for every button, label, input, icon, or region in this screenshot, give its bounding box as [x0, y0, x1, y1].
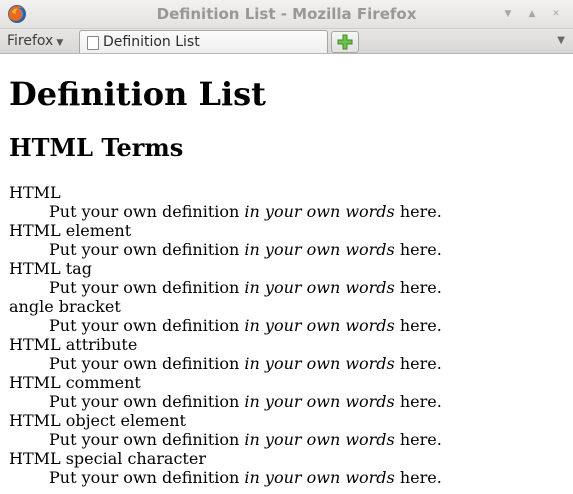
definition-description: Put your own definition in your own word… [49, 354, 442, 373]
definition-term: HTML [9, 183, 61, 202]
list-all-tabs-button[interactable]: ▼ [557, 35, 565, 46]
definition-text-after: here. [394, 240, 442, 259]
page-icon [87, 36, 99, 50]
definition-text-before: Put your own definition [49, 430, 245, 449]
minimize-button[interactable]: ▼ [500, 6, 516, 22]
browser-window: Definition List - Mozilla Firefox ▼ ▲ ✕ … [0, 0, 573, 494]
definition-text-emphasis: in your own words [244, 430, 395, 449]
definition-description: Put your own definition in your own word… [49, 240, 442, 259]
definition-text-emphasis: in your own words [244, 392, 395, 411]
definition-text-before: Put your own definition [49, 392, 245, 411]
definition-term: angle bracket [9, 297, 121, 316]
definition-description: Put your own definition in your own word… [49, 202, 442, 221]
definition-text-before: Put your own definition [49, 316, 245, 335]
definition-text-emphasis: in your own words [244, 354, 395, 373]
dropdown-arrow-icon: ▼ [56, 38, 64, 48]
definition-description: Put your own definition in your own word… [49, 392, 442, 411]
definition-text-emphasis: in your own words [244, 316, 395, 335]
definition-text-emphasis: in your own words [244, 468, 395, 487]
definition-text-after: here. [394, 316, 442, 335]
firefox-menu-label: Firefox [7, 33, 54, 49]
definition-term: HTML element [9, 221, 132, 240]
title-bar[interactable]: Definition List - Mozilla Firefox ▼ ▲ ✕ [0, 0, 573, 29]
definition-text-after: here. [394, 354, 442, 373]
window-title: Definition List - Mozilla Firefox [156, 5, 417, 23]
tab-definition-list[interactable]: Definition List [79, 30, 328, 53]
definition-text-before: Put your own definition [49, 278, 245, 297]
definition-description: Put your own definition in your own word… [49, 468, 442, 487]
definition-description: Put your own definition in your own word… [49, 430, 442, 449]
section-heading: HTML Terms [9, 133, 184, 162]
maximize-button[interactable]: ▲ [524, 6, 540, 22]
definition-text-after: here. [394, 468, 442, 487]
definition-text-after: here. [394, 392, 442, 411]
definition-text-before: Put your own definition [49, 202, 245, 221]
page-content: Definition List HTML Terms HTML Put your … [0, 54, 573, 494]
close-button[interactable]: ✕ [548, 6, 564, 22]
definition-text-emphasis: in your own words [244, 240, 395, 259]
definition-text-emphasis: in your own words [244, 202, 395, 221]
definition-text-after: here. [394, 202, 442, 221]
plus-icon [337, 34, 353, 50]
new-tab-button[interactable] [331, 31, 359, 53]
definition-term: HTML comment [9, 373, 141, 392]
tab-label: Definition List [103, 34, 200, 50]
definition-term: HTML attribute [9, 335, 138, 354]
tab-bar: Firefox ▼ Definition List ▼ [0, 29, 573, 54]
definition-text-after: here. [394, 430, 442, 449]
definition-description: Put your own definition in your own word… [49, 278, 442, 297]
definition-term: HTML tag [9, 259, 92, 278]
definition-text-before: Put your own definition [49, 240, 245, 259]
definition-term: HTML special character [9, 449, 206, 468]
definition-term: HTML object element [9, 411, 186, 430]
definition-text-after: here. [394, 278, 442, 297]
definition-text-before: Put your own definition [49, 468, 245, 487]
firefox-menu-button[interactable]: Firefox ▼ [7, 33, 63, 49]
definition-description: Put your own definition in your own word… [49, 316, 442, 335]
definition-list: HTML Put your own definition in your own … [9, 183, 442, 487]
definition-text-emphasis: in your own words [244, 278, 395, 297]
definition-text-before: Put your own definition [49, 354, 245, 373]
page-heading: Definition List [9, 75, 266, 113]
